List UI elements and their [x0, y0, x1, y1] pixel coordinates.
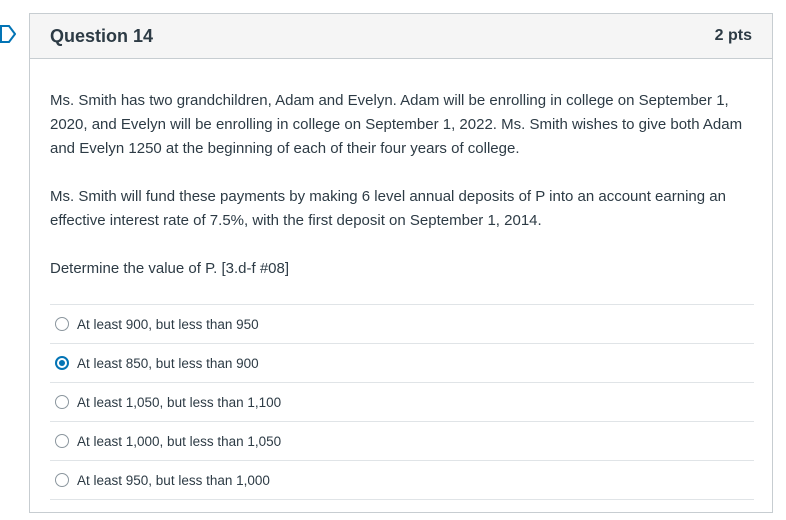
radio-button-selected[interactable]	[55, 356, 69, 370]
answer-option-5[interactable]: At least 950, but less than 1,000	[50, 460, 754, 500]
answer-list: At least 900, but less than 950 At least…	[50, 304, 754, 500]
question-paragraph-3: Determine the value of P. [3.d-f #08]	[50, 260, 290, 277]
answer-option-4[interactable]: At least 1,000, but less than 1,050	[50, 421, 754, 460]
answer-label: At least 850, but less than 900	[77, 355, 259, 371]
question-header: Question 14 2 pts	[30, 14, 772, 59]
radio-button[interactable]	[55, 317, 69, 331]
question-title: Question 14	[50, 25, 154, 46]
question-flag-icon[interactable]	[0, 25, 16, 43]
question-paragraph-2: Ms. Smith will fund these payments by ma…	[50, 188, 726, 229]
question-points: 2 pts	[714, 27, 752, 44]
answer-label: At least 1,000, but less than 1,050	[77, 433, 282, 449]
question-paragraph-1: Ms. Smith has two grandchildren, Adam an…	[50, 92, 743, 157]
answer-option-1[interactable]: At least 900, but less than 950	[50, 304, 754, 343]
radio-button[interactable]	[55, 473, 69, 487]
answer-label: At least 950, but less than 1,000	[77, 472, 270, 488]
radio-button[interactable]	[55, 395, 69, 409]
question-text: Ms. Smith has two grandchildren, Adam an…	[30, 59, 772, 281]
answer-option-3[interactable]: At least 1,050, but less than 1,100	[50, 382, 754, 421]
answer-label: At least 900, but less than 950	[77, 316, 259, 332]
answer-label: At least 1,050, but less than 1,100	[77, 394, 282, 410]
question-card: Question 14 2 pts Ms. Smith has two gran…	[29, 13, 773, 513]
radio-button[interactable]	[55, 434, 69, 448]
answer-option-2[interactable]: At least 850, but less than 900	[50, 343, 754, 382]
